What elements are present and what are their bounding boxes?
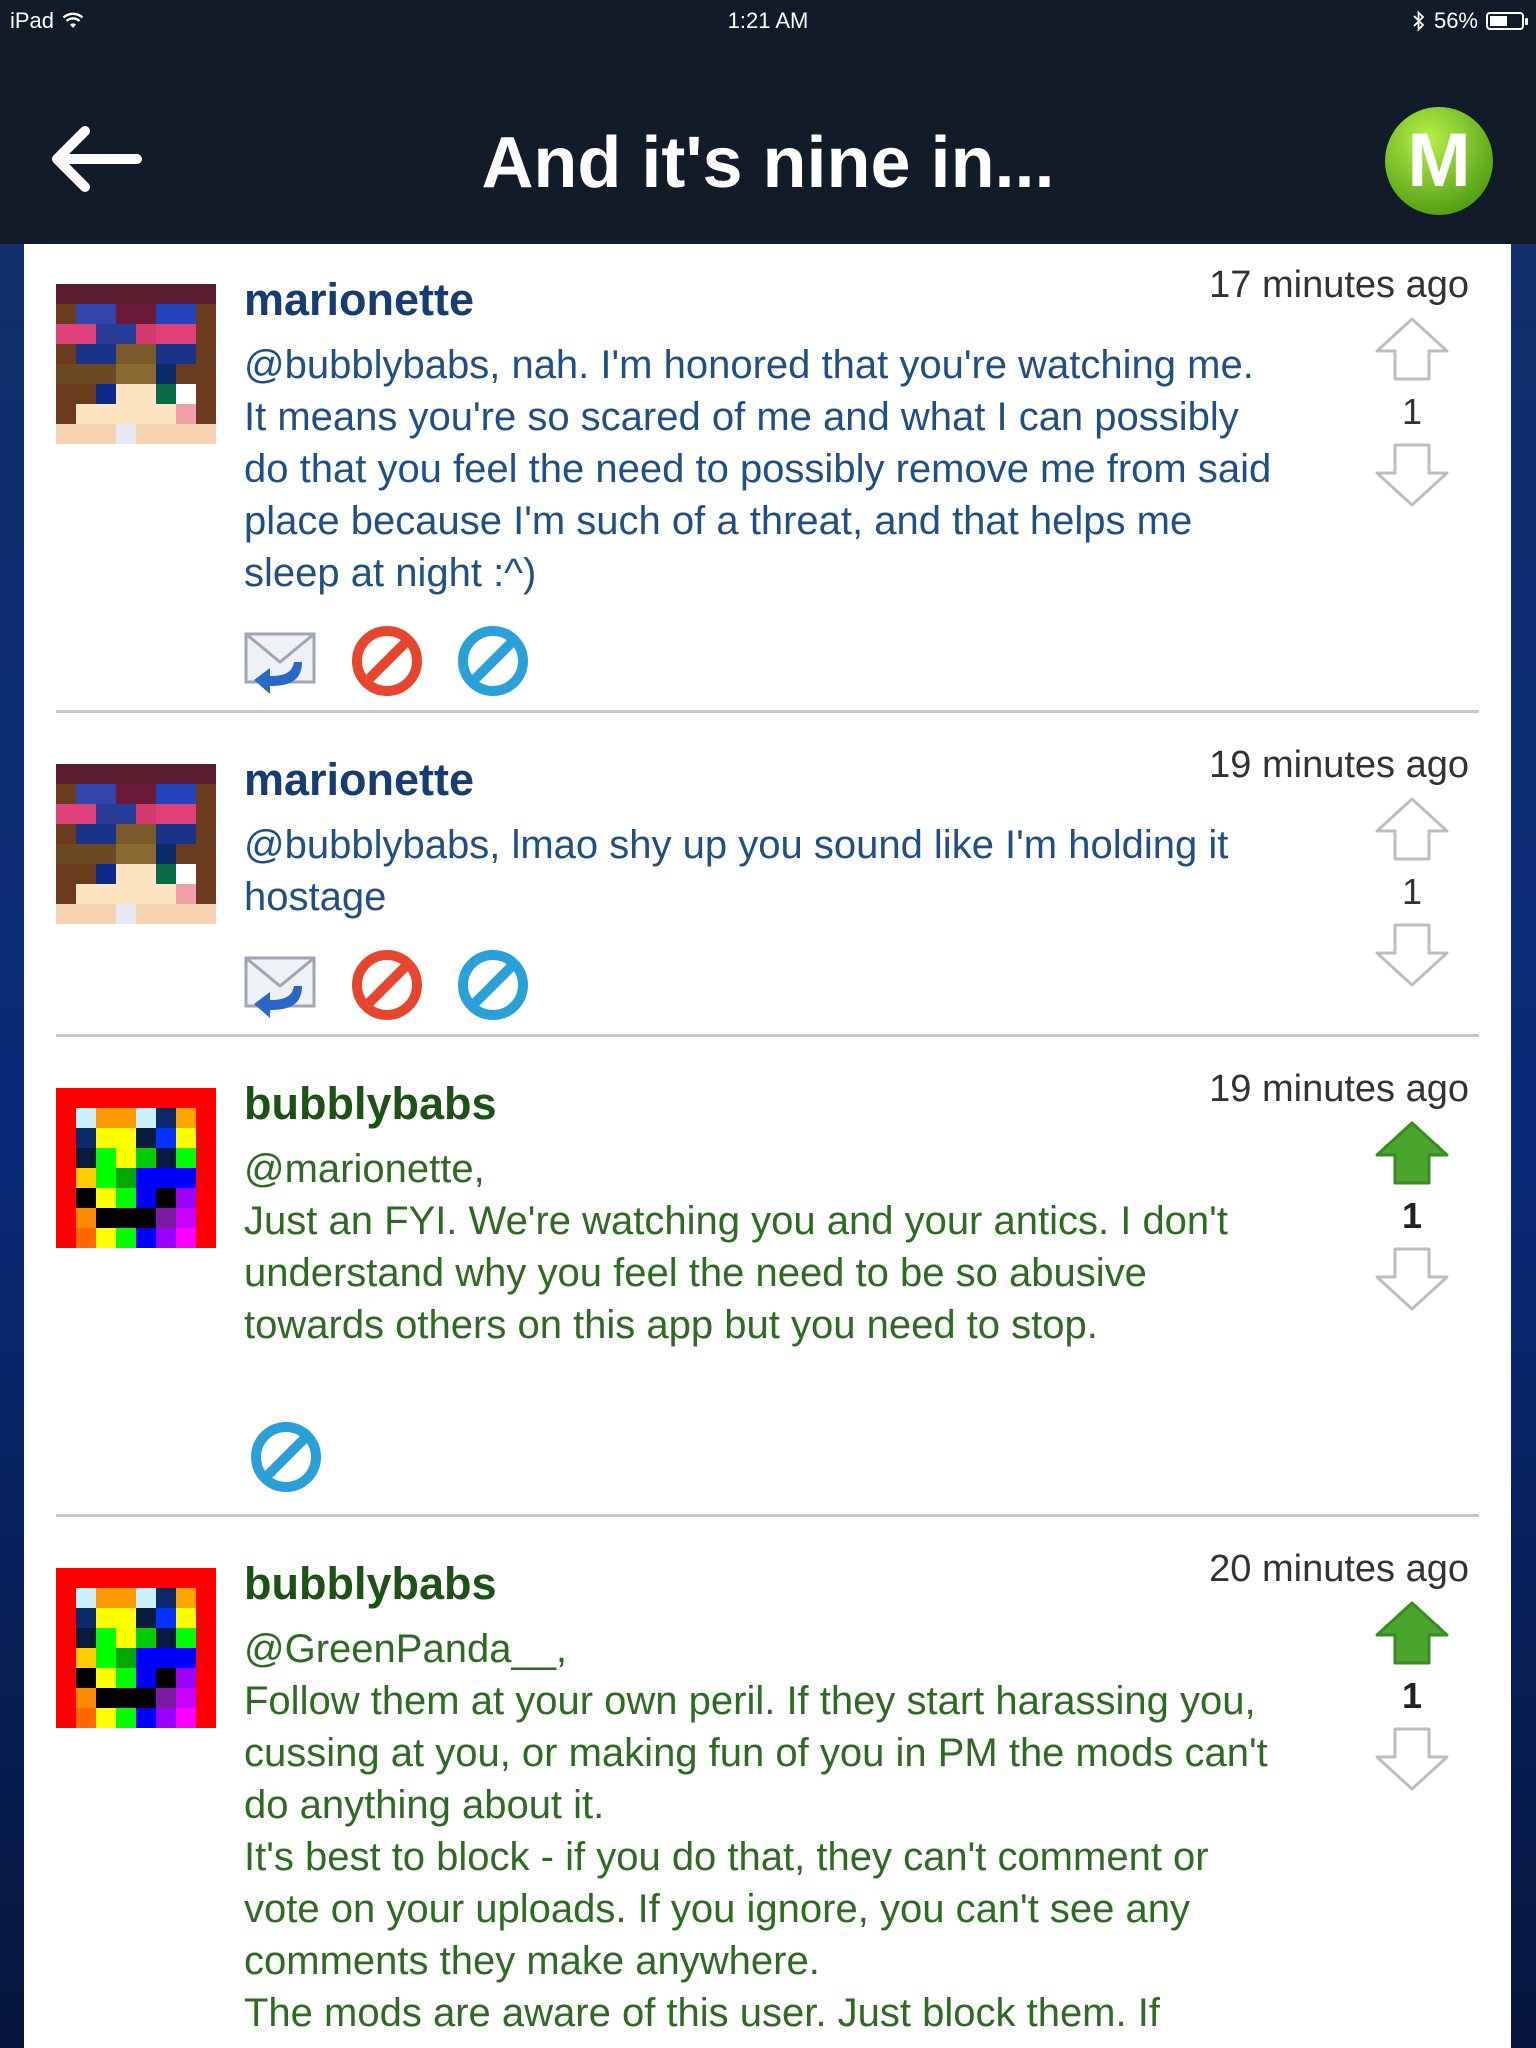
comment-text: @bubblybabs, lmao shy up you sound like … bbox=[244, 823, 1229, 919]
battery-percent: 56% bbox=[1433, 8, 1478, 33]
upvote-arrow-icon[interactable] bbox=[1374, 1120, 1450, 1186]
vote-count: 1 bbox=[1401, 391, 1423, 432]
comment-timestamp: 17 minutes ago bbox=[1209, 264, 1469, 306]
vote-control: 1 bbox=[1372, 796, 1452, 988]
ignore-red-icon[interactable] bbox=[350, 624, 424, 698]
block-blue-icon[interactable] bbox=[456, 948, 530, 1022]
divider bbox=[56, 1034, 1479, 1037]
ignore-red-icon[interactable] bbox=[350, 948, 424, 1022]
comment-username[interactable]: bubblybabs bbox=[244, 1558, 497, 1610]
comment-text: @bubblybabs, nah. I'm honored that you'r… bbox=[244, 343, 1272, 595]
vote-control: 1 bbox=[1372, 316, 1452, 508]
logo-letter: M bbox=[1407, 118, 1470, 203]
comment-text: @marionette, Just an FYI. We're watching… bbox=[244, 1147, 1228, 1347]
comment-list[interactable]: marionette 17 minutes ago @bubblybabs, n… bbox=[24, 244, 1511, 2048]
status-right: 56% bbox=[1412, 8, 1528, 34]
reply-mail-icon[interactable] bbox=[244, 624, 318, 698]
upvote-arrow-icon[interactable] bbox=[1374, 796, 1450, 862]
downvote-arrow-icon[interactable] bbox=[1374, 442, 1450, 508]
comment-timestamp: 20 minutes ago bbox=[1209, 1548, 1469, 1590]
downvote-arrow-icon[interactable] bbox=[1374, 1726, 1450, 1792]
avatar[interactable] bbox=[56, 1088, 216, 1248]
comment-username[interactable]: marionette bbox=[244, 274, 474, 326]
status-time: 1:21 AM bbox=[727, 8, 809, 33]
background-edge-right bbox=[1511, 244, 1536, 2048]
comment-item: marionette 17 minutes ago @bubblybabs, n… bbox=[24, 244, 1511, 714]
divider bbox=[56, 710, 1479, 713]
comment-username[interactable]: bubblybabs bbox=[244, 1078, 497, 1130]
comment-timestamp: 19 minutes ago bbox=[1209, 744, 1469, 786]
background-edge-left bbox=[0, 244, 24, 2048]
avatar[interactable] bbox=[56, 764, 216, 924]
reply-mail-icon[interactable] bbox=[244, 948, 318, 1022]
upvote-arrow-icon[interactable] bbox=[1374, 1600, 1450, 1666]
comment-actions bbox=[244, 624, 530, 698]
avatar[interactable] bbox=[56, 284, 216, 444]
battery-icon bbox=[1486, 12, 1528, 30]
page-title: And it's nine in... bbox=[481, 123, 1055, 203]
comment-timestamp: 19 minutes ago bbox=[1209, 1068, 1469, 1110]
comment-item: bubblybabs 19 minutes ago @marionette, J… bbox=[24, 1048, 1511, 1508]
block-blue-icon[interactable] bbox=[456, 624, 530, 698]
comment-item: marionette 19 minutes ago @bubblybabs, l… bbox=[24, 724, 1511, 1044]
avatar[interactable] bbox=[56, 1568, 216, 1728]
vote-count: 1 bbox=[1401, 1675, 1423, 1716]
comment-item: bubblybabs 20 minutes ago @GreenPanda__,… bbox=[24, 1528, 1511, 2048]
vote-count: 1 bbox=[1401, 1195, 1423, 1236]
vote-control: 1 bbox=[1372, 1120, 1452, 1312]
downvote-arrow-icon[interactable] bbox=[1374, 922, 1450, 988]
vote-count: 1 bbox=[1401, 871, 1423, 912]
divider bbox=[56, 1514, 1479, 1517]
vote-control: 1 bbox=[1372, 1600, 1452, 1792]
downvote-arrow-icon[interactable] bbox=[1374, 1246, 1450, 1312]
upvote-arrow-icon[interactable] bbox=[1374, 316, 1450, 382]
comment-text: @GreenPanda__, Follow them at your own p… bbox=[244, 1627, 1268, 2035]
comment-actions bbox=[244, 948, 530, 1022]
nav-bar: And it's nine in... M bbox=[0, 44, 1536, 244]
comment-actions bbox=[249, 1420, 323, 1494]
bluetooth-icon bbox=[1413, 10, 1425, 32]
app-logo[interactable]: M bbox=[1384, 106, 1494, 216]
comment-username[interactable]: marionette bbox=[244, 754, 474, 806]
battery-fill bbox=[1490, 16, 1507, 26]
block-blue-icon[interactable] bbox=[249, 1420, 323, 1494]
status-bar: iPad 1:21 AM 56% bbox=[0, 0, 1536, 44]
